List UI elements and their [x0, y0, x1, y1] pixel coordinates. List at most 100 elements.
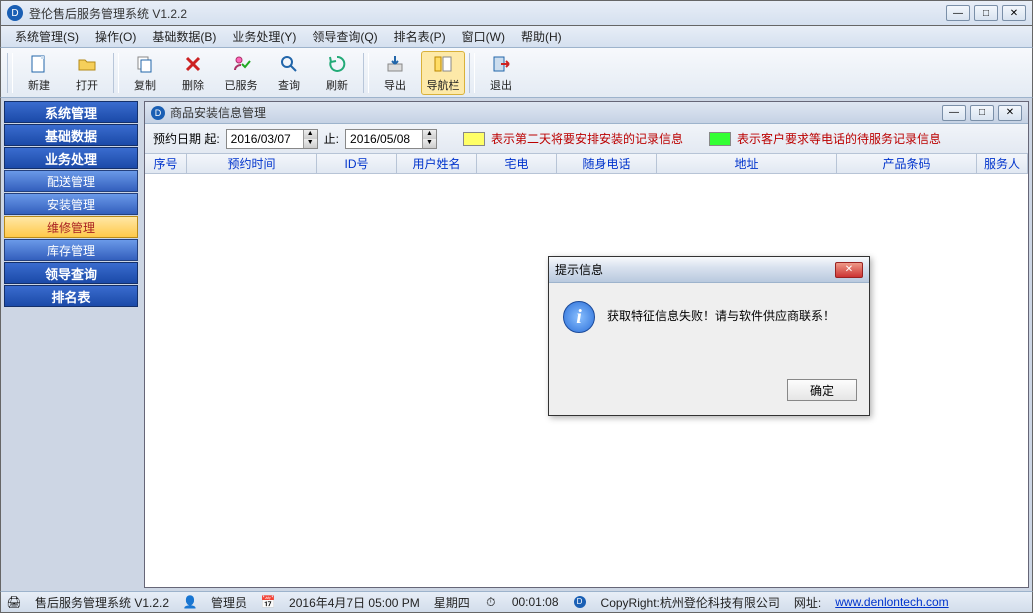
maximize-button[interactable]: □ [974, 5, 998, 21]
dialog-footer: 确定 [549, 373, 869, 407]
spin-up-icon[interactable]: ▲ [303, 130, 317, 139]
toolbar-exit[interactable]: 退出 [479, 51, 523, 95]
toolbar-refresh-label: 刷新 [326, 77, 348, 93]
status-app-icon: 🖨 [7, 595, 21, 609]
th-time[interactable]: 预约时间 [187, 154, 317, 173]
menu-base[interactable]: 基础数据(B) [144, 26, 224, 47]
dialog-titlebar: 提示信息 ✕ [549, 257, 869, 283]
nav-icon [432, 53, 454, 75]
status-weekday: 星期四 [434, 594, 470, 611]
toolbar-separator [7, 53, 13, 93]
status-url[interactable]: www.denlontech.com [835, 595, 948, 609]
spin-up-icon[interactable]: ▲ [422, 130, 436, 139]
legend-swatch-1 [463, 132, 485, 146]
status-user: 管理员 [211, 594, 247, 611]
toolbar-served-label: 已服务 [225, 77, 258, 93]
menu-window[interactable]: 窗口(W) [454, 26, 513, 47]
status-copyright: CopyRight:杭州登伦科技有限公司 [601, 594, 780, 611]
inner-title-text: 商品安装信息管理 [170, 104, 266, 121]
sidebar-group-leader[interactable]: 领导查询 [4, 262, 138, 284]
query-icon [278, 53, 300, 75]
dialog-message: 获取特征信息失败！请与软件供应商联系！ [607, 301, 835, 324]
info-icon: i [563, 301, 595, 333]
sidebar-item-stock[interactable]: 库存管理 [4, 239, 138, 261]
menu-rank[interactable]: 排名表(P) [386, 26, 454, 47]
inner-close-button[interactable]: ✕ [998, 105, 1022, 121]
toolbar-copy[interactable]: 复制 [123, 51, 167, 95]
sidebar-item-install[interactable]: 安装管理 [4, 193, 138, 215]
date-to-input[interactable]: ▲▼ [345, 129, 437, 149]
menu-operate[interactable]: 操作(O) [87, 26, 144, 47]
th-homephone[interactable]: 宅电 [477, 154, 557, 173]
toolbar-export[interactable]: 导出 [373, 51, 417, 95]
toolbar-query-label: 查询 [278, 77, 300, 93]
inner-titlebar: D 商品安装信息管理 — □ ✕ [145, 102, 1028, 124]
open-icon [76, 53, 98, 75]
minimize-button[interactable]: — [946, 5, 970, 21]
date-to-field[interactable] [346, 130, 422, 148]
toolbar-delete[interactable]: 删除 [171, 51, 215, 95]
sidebar-item-delivery[interactable]: 配送管理 [4, 170, 138, 192]
menu-help[interactable]: 帮助(H) [513, 26, 570, 47]
th-user[interactable]: 用户姓名 [397, 154, 477, 173]
dialog-ok-button[interactable]: 确定 [787, 379, 857, 401]
toolbar-separator [363, 53, 369, 93]
toolbar-nav[interactable]: 导航栏 [421, 51, 465, 95]
inner-maximize-button[interactable]: □ [970, 105, 994, 121]
filter-row: 预约日期 起: ▲▼ 止: ▲▼ 表示第二天将要安排安装的记录信息 表示客户要求… [145, 124, 1028, 154]
inner-minimize-button[interactable]: — [942, 105, 966, 121]
status-calendar-icon: 📅 [261, 595, 275, 609]
filter-label-to: 止: [324, 130, 339, 147]
sidebar-group-system[interactable]: 系统管理 [4, 101, 138, 123]
th-id[interactable]: ID号 [317, 154, 397, 173]
spin-down-icon[interactable]: ▼ [422, 139, 436, 148]
date-from-field[interactable] [227, 130, 303, 148]
toolbar-new-label: 新建 [28, 77, 50, 93]
date-to-spinner[interactable]: ▲▼ [422, 130, 436, 148]
table-header: 序号 预约时间 ID号 用户姓名 宅电 随身电话 地址 产品条码 服务人 [145, 154, 1028, 174]
date-from-input[interactable]: ▲▼ [226, 129, 318, 149]
toolbar: 新建 打开 复制 删除 已服务 查询 刷新 导出 导航栏 退出 [0, 48, 1033, 98]
legend-text-1: 表示第二天将要安排安装的记录信息 [491, 130, 683, 147]
sidebar-group-base[interactable]: 基础数据 [4, 124, 138, 146]
toolbar-open[interactable]: 打开 [65, 51, 109, 95]
dialog-close-button[interactable]: ✕ [835, 262, 863, 278]
status-user-icon: 👤 [183, 595, 197, 609]
delete-icon [182, 53, 204, 75]
th-seq[interactable]: 序号 [145, 154, 187, 173]
menu-system[interactable]: 系统管理(S) [7, 26, 87, 47]
th-barcode[interactable]: 产品条码 [837, 154, 977, 173]
toolbar-separator [469, 53, 475, 93]
filter-label-from: 预约日期 起: [153, 130, 220, 147]
sidebar-group-business[interactable]: 业务处理 [4, 147, 138, 169]
date-from-spinner[interactable]: ▲▼ [303, 130, 317, 148]
sidebar-group-rank[interactable]: 排名表 [4, 285, 138, 307]
status-company-icon: D [573, 595, 587, 609]
status-url-label: 网址: [794, 594, 821, 611]
menu-leader[interactable]: 领导查询(Q) [304, 26, 385, 47]
toolbar-separator [113, 53, 119, 93]
main-body: 系统管理 基础数据 业务处理 配送管理 安装管理 维修管理 库存管理 领导查询 … [0, 98, 1033, 591]
exit-icon [490, 53, 512, 75]
sidebar-item-repair[interactable]: 维修管理 [4, 216, 138, 238]
toolbar-query[interactable]: 查询 [267, 51, 311, 95]
menu-business[interactable]: 业务处理(Y) [224, 26, 304, 47]
legend-text-2: 表示客户要求等电话的待服务记录信息 [737, 130, 941, 147]
copy-icon [134, 53, 156, 75]
toolbar-refresh[interactable]: 刷新 [315, 51, 359, 95]
th-staff[interactable]: 服务人 [977, 154, 1028, 173]
menu-bar: 系统管理(S) 操作(O) 基础数据(B) 业务处理(Y) 领导查询(Q) 排名… [0, 26, 1033, 48]
app-title: 登伦售后服务管理系统 V1.2.2 [29, 5, 942, 22]
close-button[interactable]: ✕ [1002, 5, 1026, 21]
spin-down-icon[interactable]: ▼ [303, 139, 317, 148]
toolbar-copy-label: 复制 [134, 77, 156, 93]
th-mobile[interactable]: 随身电话 [557, 154, 657, 173]
inner-title: D 商品安装信息管理 [151, 104, 938, 121]
toolbar-new[interactable]: 新建 [17, 51, 61, 95]
legend-swatch-2 [709, 132, 731, 146]
th-address[interactable]: 地址 [657, 154, 837, 173]
new-icon [28, 53, 50, 75]
toolbar-open-label: 打开 [76, 77, 98, 93]
toolbar-served[interactable]: 已服务 [219, 51, 263, 95]
status-bar: 🖨 售后服务管理系统 V1.2.2 👤 管理员 📅 2016年4月7日 05:0… [0, 591, 1033, 613]
